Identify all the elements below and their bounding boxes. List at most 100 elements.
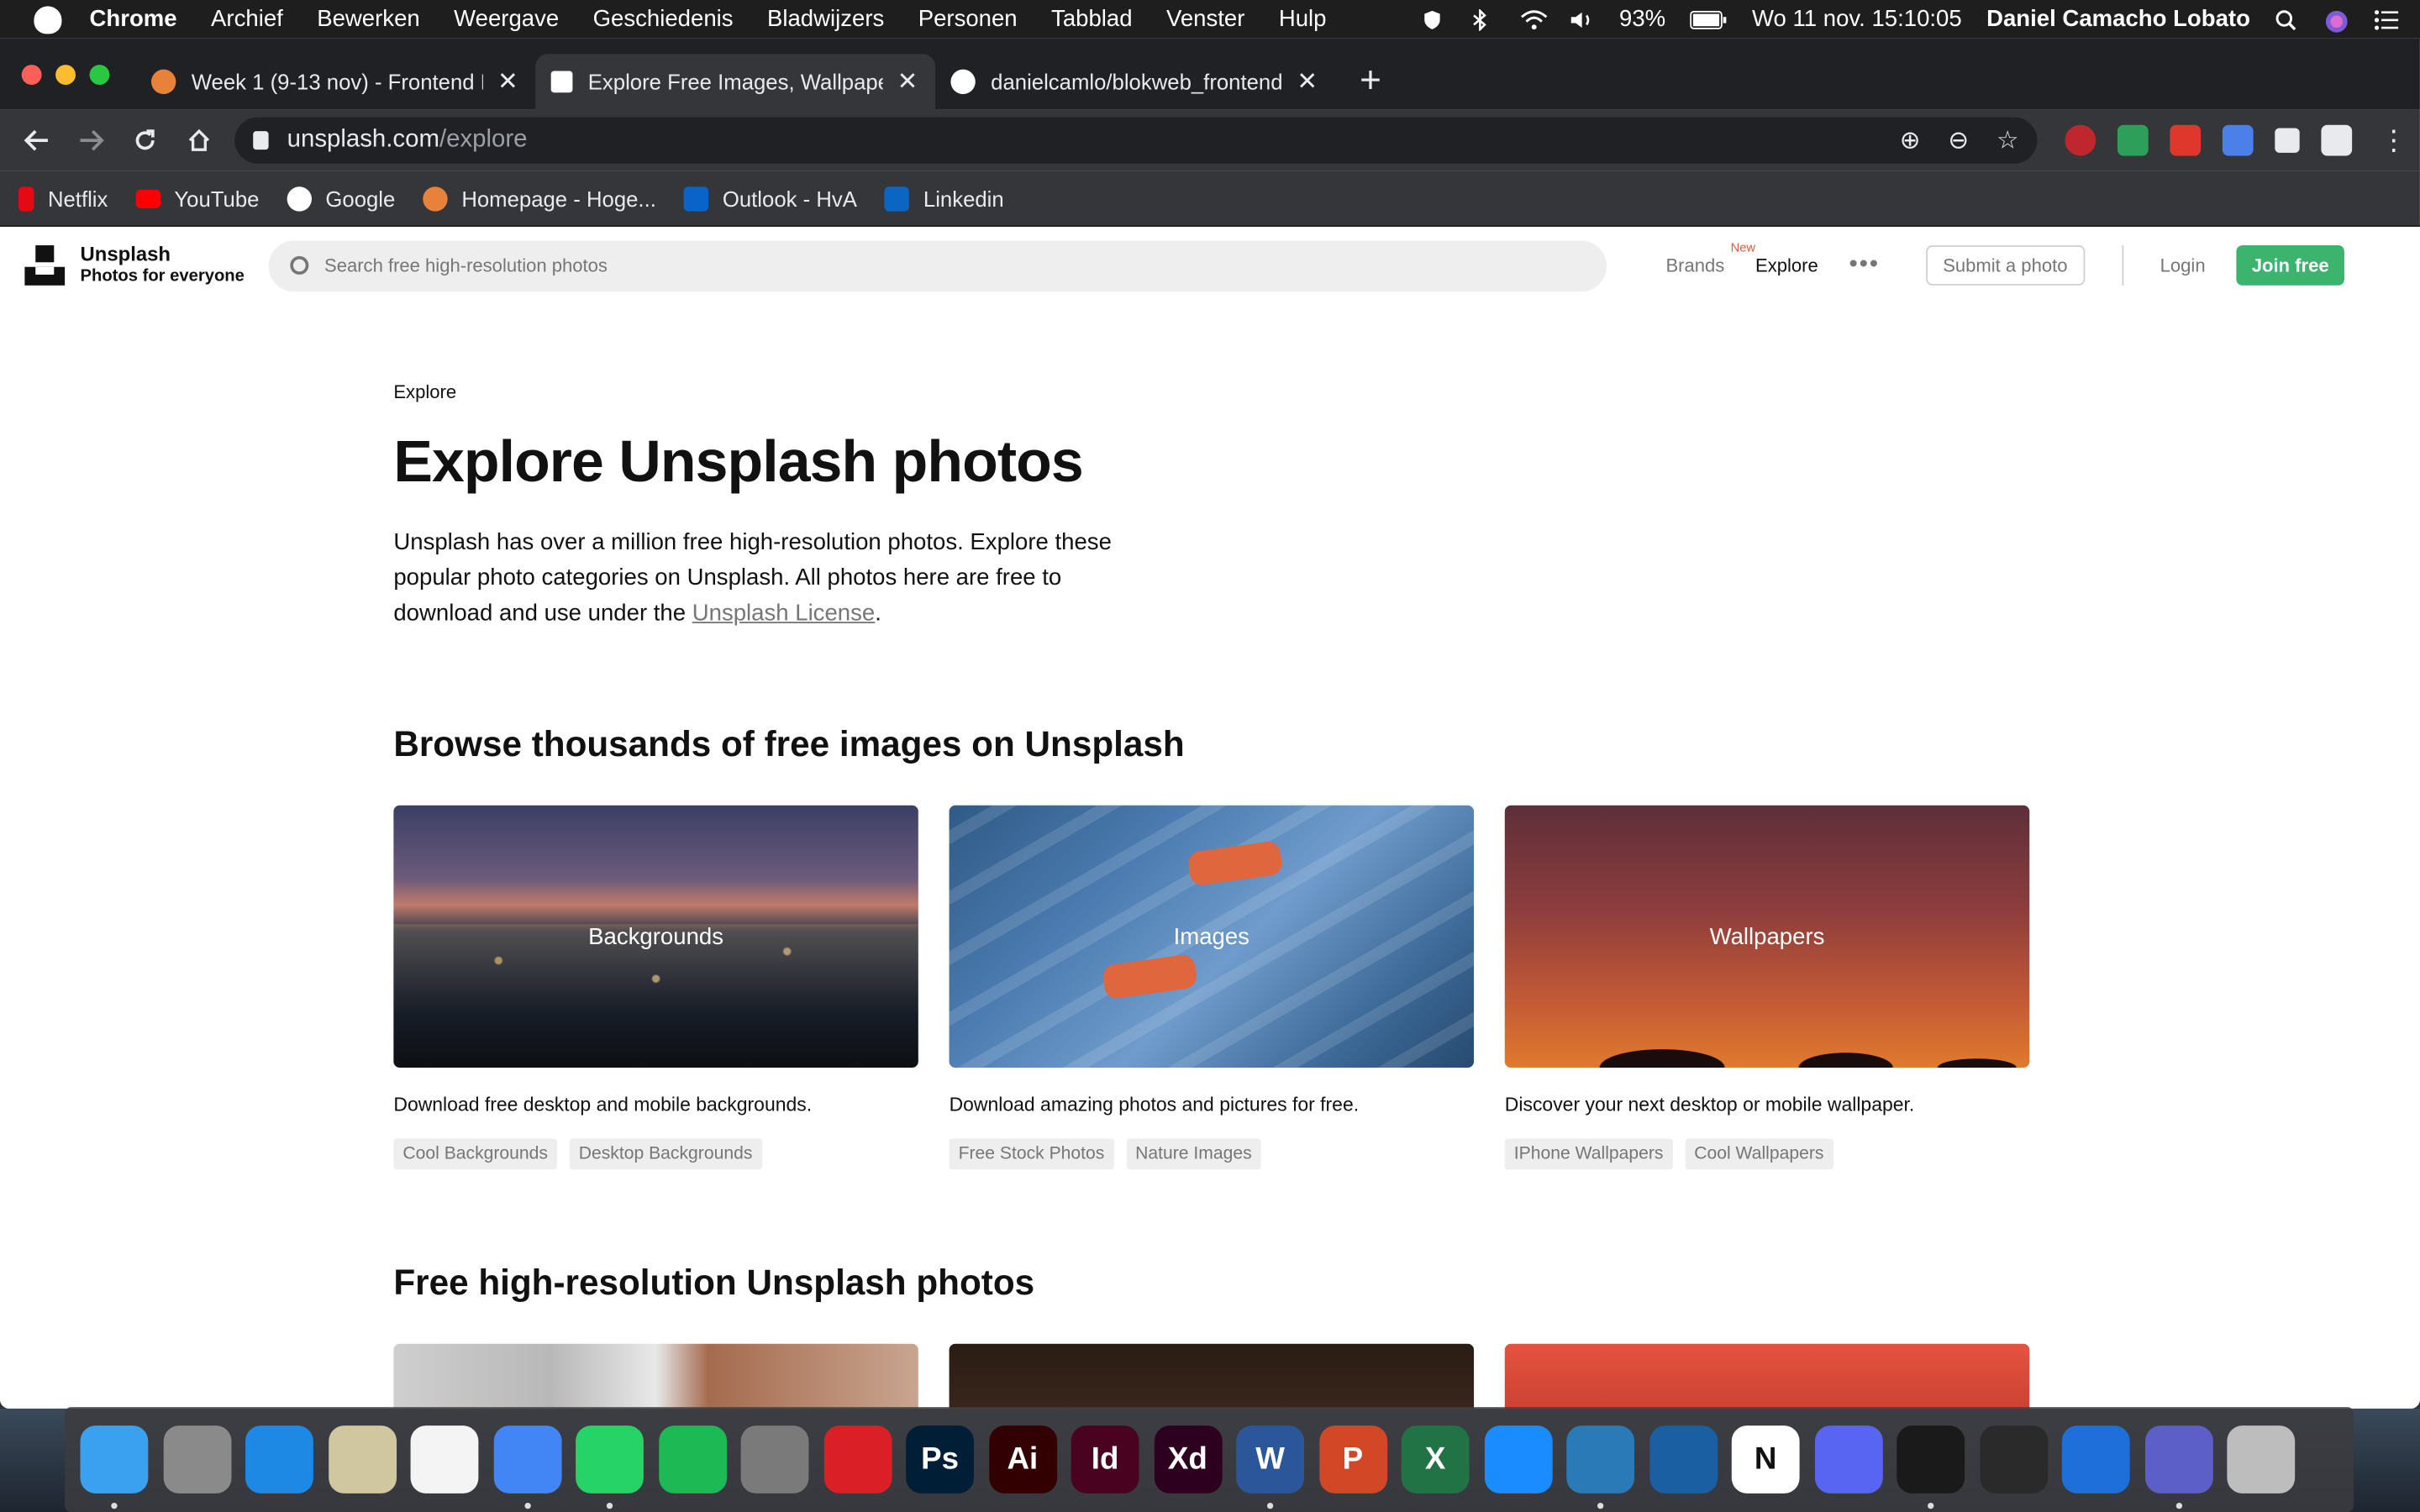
category-image-backgrounds[interactable]: Backgrounds xyxy=(393,805,918,1068)
tag-link[interactable]: Cool Backgrounds xyxy=(393,1138,558,1170)
more-options-icon[interactable]: ••• xyxy=(1849,251,1880,279)
unsplash-license-link[interactable]: Unsplash License xyxy=(692,600,875,626)
clock[interactable]: Wo 11 nov. 15:10:05 xyxy=(1752,6,1962,32)
powerpoint-icon[interactable]: P xyxy=(1318,1425,1387,1494)
bookmark-star-icon[interactable]: ☆ xyxy=(1996,125,2018,156)
reload-button[interactable] xyxy=(120,116,170,165)
app-store-icon[interactable] xyxy=(1483,1425,1552,1494)
tp-extension-icon[interactable] xyxy=(2170,124,2202,156)
shield-icon[interactable] xyxy=(1422,8,1446,30)
menu-item-hulp[interactable]: Hulp xyxy=(1279,6,1327,32)
menu-item-bewerken[interactable]: Bewerken xyxy=(317,6,420,32)
spotlight-search-icon[interactable] xyxy=(2275,8,2299,30)
creative-cloud-icon[interactable] xyxy=(823,1425,892,1494)
mail-icon[interactable] xyxy=(328,1425,397,1494)
new-tab-button[interactable]: + xyxy=(1360,54,1381,109)
chrome-menu-icon[interactable]: ⋮ xyxy=(2380,124,2407,157)
photo-thumbnail[interactable] xyxy=(1504,1343,2030,1409)
back-button[interactable] xyxy=(13,116,62,165)
launchpad-icon[interactable] xyxy=(162,1425,231,1494)
mountain-app-icon[interactable] xyxy=(1649,1425,1718,1494)
menu-item-tabblad[interactable]: Tabblad xyxy=(1051,6,1133,32)
home-button[interactable] xyxy=(175,116,224,165)
install-app-icon[interactable]: ⊕ xyxy=(1900,125,1921,156)
illustrator-icon[interactable]: Ai xyxy=(988,1425,1057,1494)
spotify-icon[interactable] xyxy=(658,1425,727,1494)
profile-avatar[interactable] xyxy=(2321,124,2353,156)
chrome-icon[interactable] xyxy=(492,1425,561,1509)
word-icon[interactable]: W xyxy=(1236,1425,1305,1509)
tag-link[interactable]: IPhone Wallpapers xyxy=(1504,1138,1673,1170)
bluetooth-icon[interactable] xyxy=(1471,7,1496,32)
photoshop-icon[interactable]: Ps xyxy=(906,1425,974,1494)
fullscreen-window-button[interactable] xyxy=(89,65,110,86)
tab-week1[interactable]: Week 1 (9-13 nov) - Frontend D ✕ xyxy=(136,54,536,109)
menu-app-name[interactable]: Chrome xyxy=(90,6,177,32)
close-window-button[interactable] xyxy=(21,65,42,86)
category-image-wallpapers[interactable]: Wallpapers xyxy=(1504,805,2030,1068)
apple-menu-icon[interactable] xyxy=(34,5,62,34)
adblock-extension-icon[interactable] xyxy=(2065,124,2096,156)
tab-unsplash-explore[interactable]: Explore Free Images, Wallpape ✕ xyxy=(535,54,936,110)
finder-icon[interactable] xyxy=(80,1425,149,1509)
notion-icon[interactable]: N xyxy=(1731,1425,1800,1494)
bookmark-google[interactable]: Google xyxy=(287,186,395,211)
tag-link[interactable]: Free Stock Photos xyxy=(949,1138,1114,1170)
close-tab-icon[interactable]: ✕ xyxy=(1295,66,1319,97)
nav-brands-link[interactable]: Brands New xyxy=(1665,241,1755,276)
bookmark-outlook[interactable]: Outlook - HvA xyxy=(683,186,857,211)
unsplash-logo-icon[interactable] xyxy=(24,245,66,286)
puzzle-extensions-icon[interactable] xyxy=(2275,128,2300,153)
lock-icon[interactable] xyxy=(253,131,269,150)
bookmark-youtube[interactable]: YouTube xyxy=(135,186,259,211)
photo-thumbnail[interactable] xyxy=(393,1343,918,1409)
teams-icon[interactable] xyxy=(2144,1425,2212,1509)
forward-button[interactable] xyxy=(66,116,116,165)
wifi-icon[interactable] xyxy=(1520,8,1548,30)
notification-center-icon[interactable] xyxy=(2374,8,2399,30)
battery-icon[interactable] xyxy=(1690,8,1728,30)
volume-icon[interactable] xyxy=(1570,8,1594,30)
discord-icon[interactable] xyxy=(1814,1425,1882,1494)
brand-text[interactable]: Unsplash Photos for everyone xyxy=(81,243,245,286)
menu-item-bladwijzers[interactable]: Bladwijzers xyxy=(767,6,884,32)
photos-icon[interactable] xyxy=(410,1425,479,1494)
indesign-icon[interactable]: Id xyxy=(1071,1425,1139,1494)
minimize-window-button[interactable] xyxy=(55,65,76,86)
nav-explore-link[interactable]: Explore xyxy=(1755,255,1818,276)
menu-item-venster[interactable]: Venster xyxy=(1166,6,1244,32)
menu-item-geschiedenis[interactable]: Geschiedenis xyxy=(593,6,734,32)
excel-icon[interactable]: X xyxy=(1401,1425,1470,1494)
acrobat-icon[interactable] xyxy=(1897,1425,1965,1509)
category-image-images[interactable]: Images xyxy=(949,805,1475,1068)
sync-icon[interactable] xyxy=(2061,1425,2130,1494)
safari-icon[interactable] xyxy=(245,1425,313,1494)
close-tab-icon[interactable]: ✕ xyxy=(895,66,919,97)
menu-item-personen[interactable]: Personen xyxy=(918,6,1018,32)
battery-percentage[interactable]: 93% xyxy=(1619,6,1665,32)
login-link[interactable]: Login xyxy=(2160,255,2206,276)
menu-item-weergave[interactable]: Weergave xyxy=(454,6,559,32)
bookmark-linkedin[interactable]: Linkedin xyxy=(884,186,1004,211)
join-free-button[interactable]: Join free xyxy=(2236,245,2344,286)
tab-github[interactable]: danielcamlo/blokweb_frontend ✕ xyxy=(935,54,1335,109)
search-input[interactable] xyxy=(324,255,1586,276)
trash-icon[interactable] xyxy=(2227,1425,2296,1494)
current-user[interactable]: Daniel Camacho Lobato xyxy=(1986,6,2250,32)
bookmark-homepage-hoge[interactable]: Homepage - Hoge... xyxy=(423,186,656,211)
menu-item-archief[interactable]: Archief xyxy=(211,6,283,32)
submit-photo-button[interactable]: Submit a photo xyxy=(1926,245,2085,286)
photo-thumbnail[interactable] xyxy=(949,1343,1475,1409)
tag-link[interactable]: Nature Images xyxy=(1126,1138,1261,1170)
zoom-icon[interactable]: ⊖ xyxy=(1948,125,1969,156)
bookmark-netflix[interactable]: Netflix xyxy=(18,186,108,211)
close-tab-icon[interactable]: ✕ xyxy=(496,66,520,97)
system-preferences-icon[interactable] xyxy=(740,1425,809,1494)
green-extension-icon[interactable] xyxy=(2117,124,2149,156)
tag-link[interactable]: Desktop Backgrounds xyxy=(569,1138,762,1170)
breadcrumb[interactable]: Explore xyxy=(393,381,2029,403)
screens-icon[interactable] xyxy=(1566,1425,1635,1509)
xd-icon[interactable]: Xd xyxy=(1153,1425,1222,1494)
address-bar[interactable]: unsplash.com/explore ⊕ ⊖ ☆ xyxy=(234,117,2038,164)
whatsapp-icon[interactable] xyxy=(576,1425,644,1509)
